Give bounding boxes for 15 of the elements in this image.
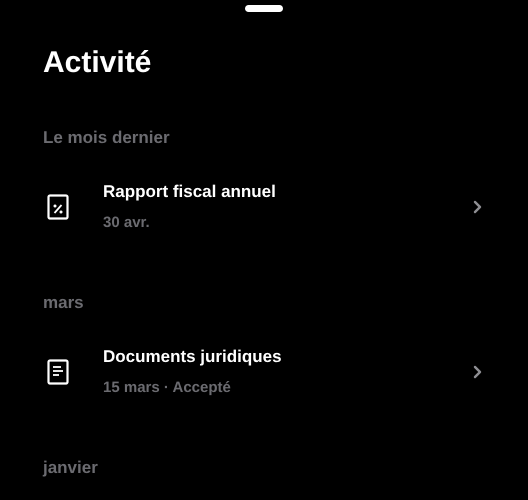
activity-item[interactable]: Documents juridiques 15 mars · Accepté [0,348,528,395]
section-heading: janvier [43,459,98,476]
chevron-right-icon [473,200,482,214]
section-heading: Le mois dernier [43,129,170,146]
page-title: Activité [43,48,152,78]
item-subtitle: 30 avr. [103,215,150,230]
chevron-right-icon [473,364,482,378]
item-title: Documents juridiques [103,348,282,365]
activity-item[interactable]: Rapport fiscal annuel 30 avr. [0,183,528,230]
item-title: Rapport fiscal annuel [103,183,276,200]
item-subtitle: 15 mars · Accepté [103,380,231,395]
section-heading: mars [43,294,84,311]
percent-document-icon [47,194,69,220]
drag-handle[interactable] [245,5,283,12]
document-icon [47,358,69,384]
